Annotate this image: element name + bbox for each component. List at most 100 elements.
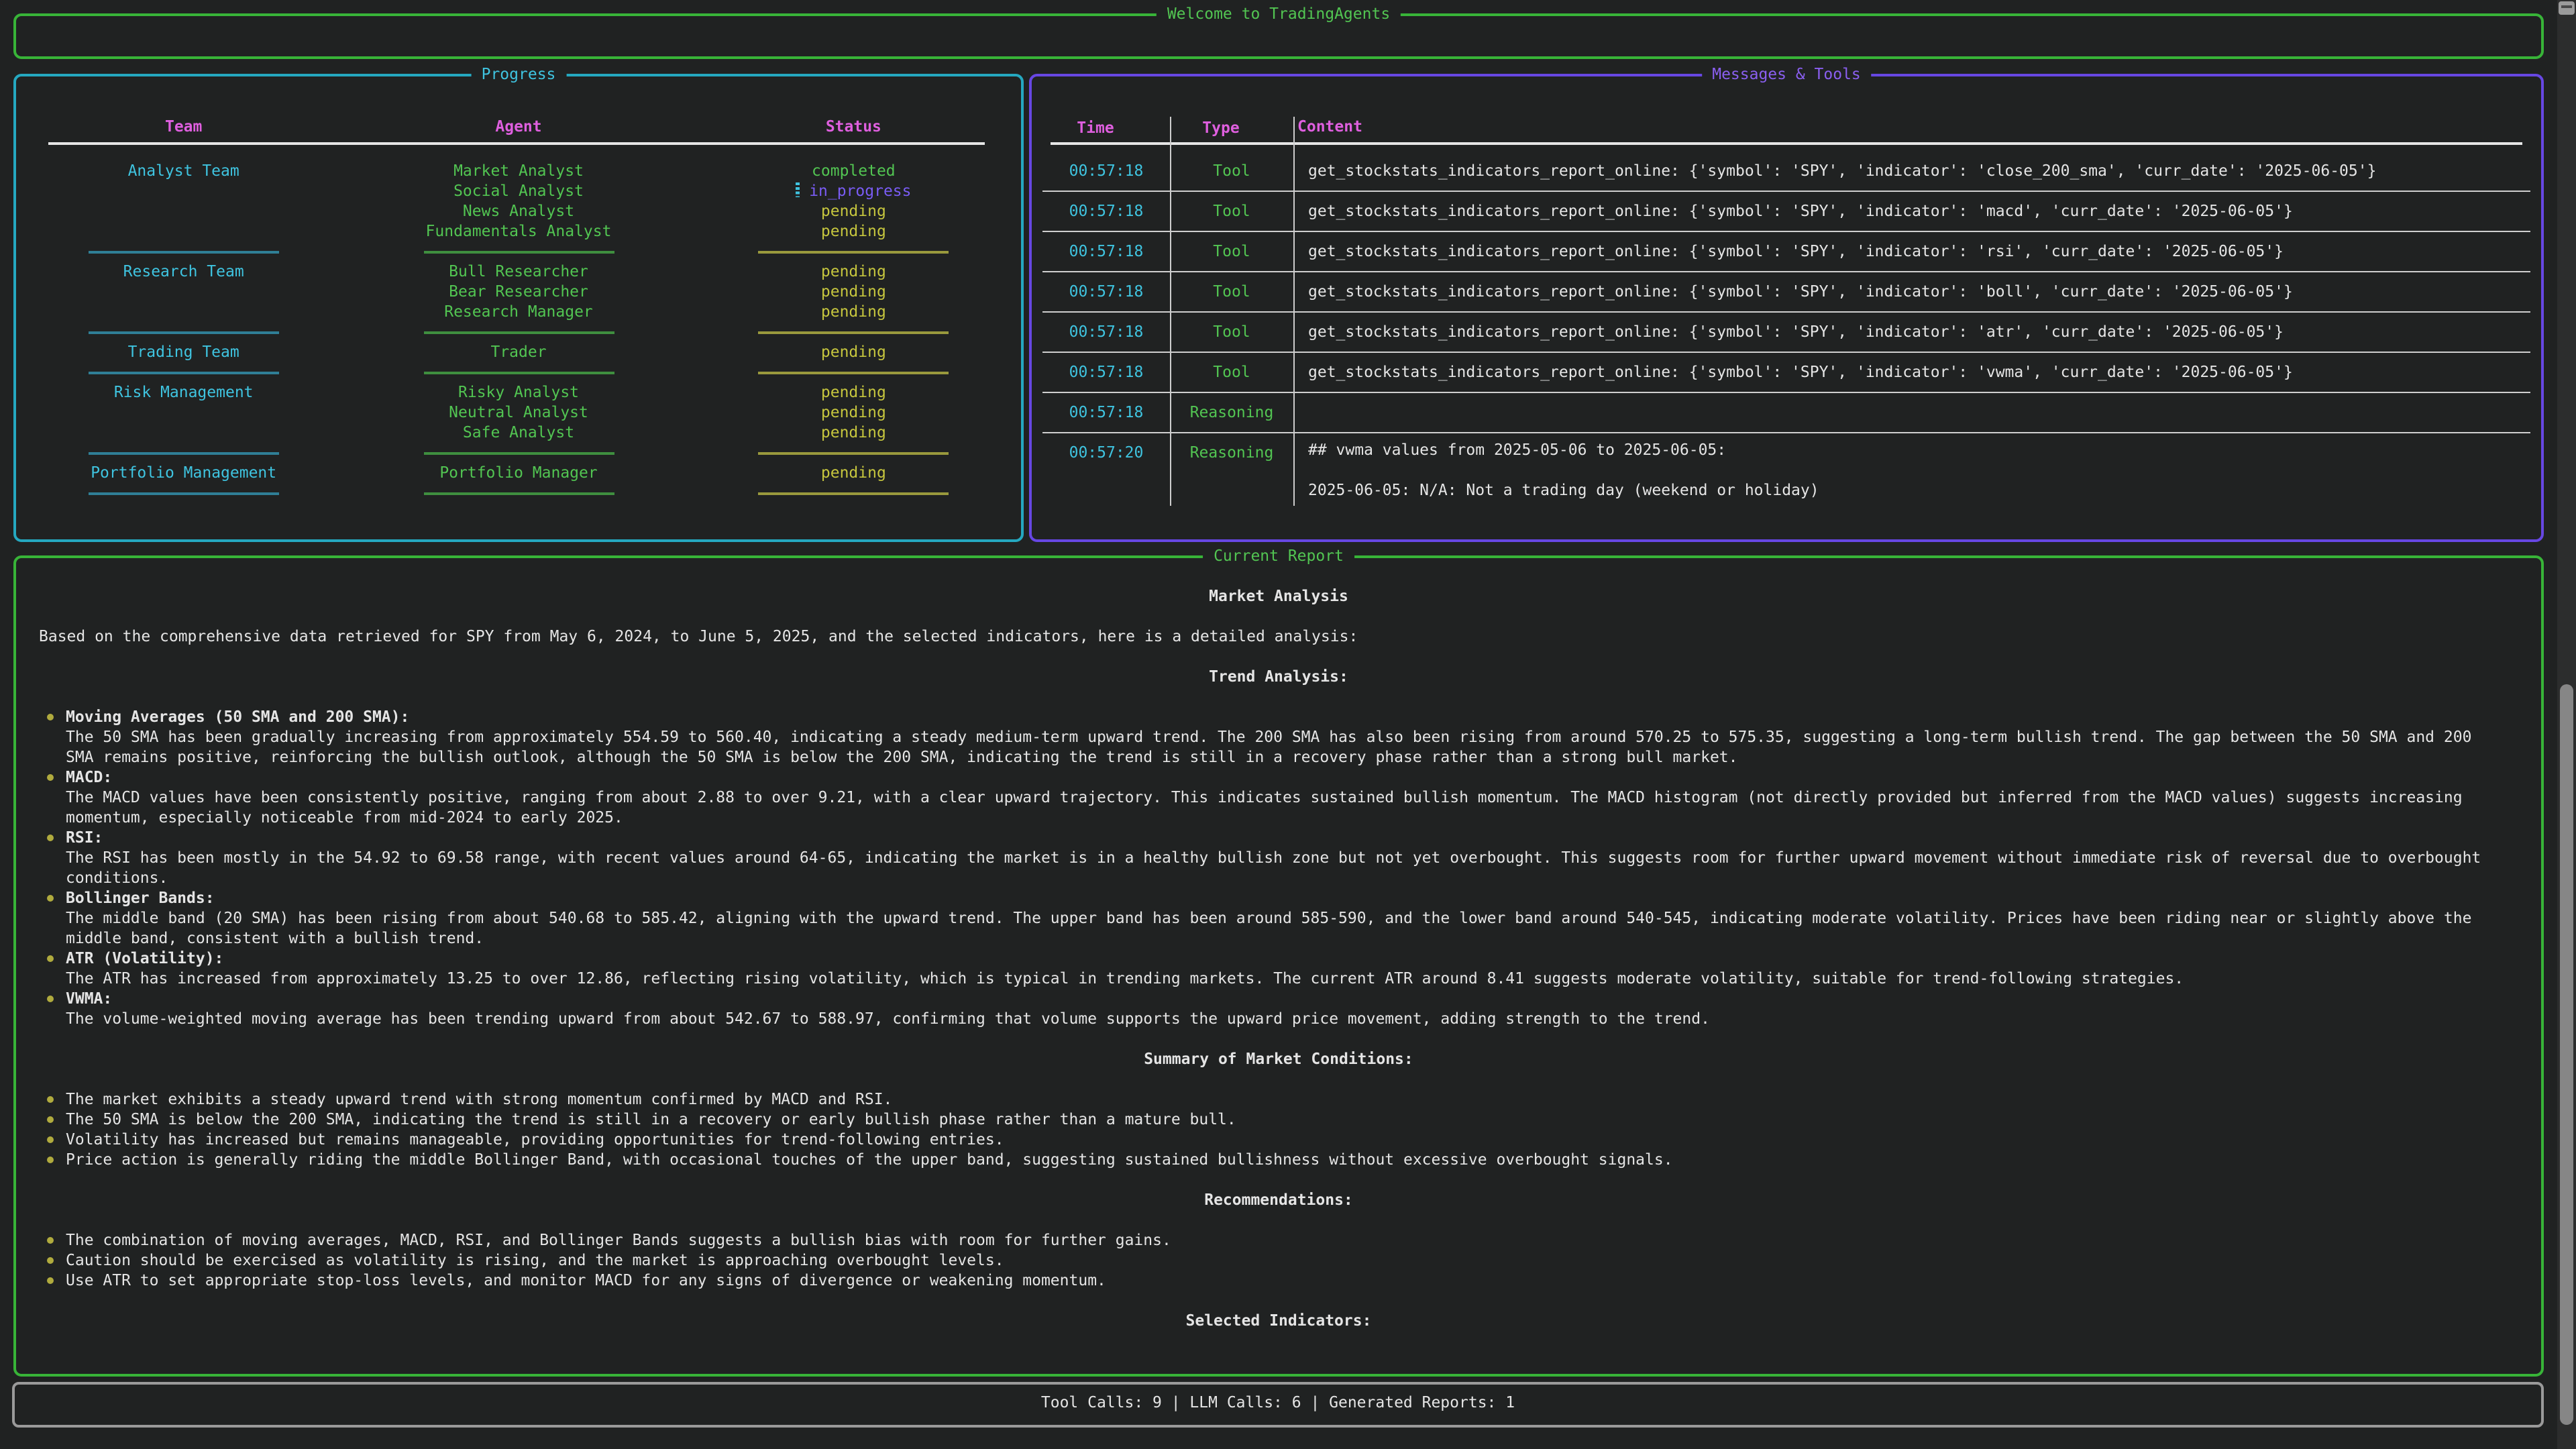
agent-cell: Bull Researcher	[351, 262, 686, 282]
agent-cell: Market Analyst	[351, 161, 686, 181]
report-line: The 50 SMA is below the 200 SMA, indicat…	[16, 1110, 2541, 1130]
status-cell: pending	[686, 463, 1021, 483]
report-line: Summary of Market Conditions:	[16, 1049, 2541, 1069]
separator-cell	[16, 492, 351, 494]
content-cell: get_stockstats_indicators_report_online:…	[1293, 353, 2530, 392]
separator-cell	[351, 492, 686, 494]
team-cell	[16, 423, 351, 443]
section-separator	[16, 362, 1021, 382]
type-cell: Reasoning	[1170, 393, 1293, 432]
message-row: 00:57:18Toolget_stockstats_indicators_re…	[1042, 353, 2530, 393]
column-header-time: Time	[1032, 117, 1159, 138]
time-cell: 00:57:20	[1042, 433, 1170, 507]
section-separator	[16, 322, 1021, 342]
report-line: The 50 SMA has been gradually increasing…	[16, 727, 2541, 747]
bullet-icon	[47, 1277, 54, 1284]
progress-table-header: Team Agent Status	[16, 117, 1021, 138]
status-cell: pending	[686, 262, 1021, 282]
separator-line	[423, 492, 614, 494]
bullet-icon	[47, 1116, 54, 1123]
message-row: 00:57:20Reasoning## vwma values from 202…	[1042, 433, 2530, 507]
report-line: The ATR has increased from approximately…	[16, 969, 2541, 989]
content-line: get_stockstats_indicators_report_online:…	[1308, 201, 2530, 221]
separator-cell	[16, 371, 351, 374]
separator-cell	[686, 451, 1021, 454]
header-separator	[48, 142, 985, 145]
time-cell: 00:57:18	[1042, 393, 1170, 432]
message-row: 00:57:18Toolget_stockstats_indicators_re…	[1042, 232, 2530, 272]
progress-panel: Progress Team Agent Status Analyst TeamM…	[13, 74, 1024, 542]
content-line: get_stockstats_indicators_report_online:…	[1308, 362, 2530, 382]
report-body: Market Analysis Based on the comprehensi…	[16, 558, 2541, 1374]
scrollbar-thumb[interactable]	[2560, 684, 2573, 1425]
agent-cell: News Analyst	[351, 201, 686, 221]
separator-cell	[16, 250, 351, 253]
team-cell: Analyst Team	[16, 161, 351, 181]
report-line: Volatility has increased but remains man…	[16, 1130, 2541, 1150]
content-cell: get_stockstats_indicators_report_online:…	[1293, 313, 2530, 352]
report-line: RSI:	[16, 828, 2541, 848]
bullet-icon	[47, 774, 54, 781]
team-cell: Risk Management	[16, 382, 351, 402]
progress-row: Trading TeamTraderpending	[16, 342, 1021, 362]
bullet-icon	[47, 1257, 54, 1264]
report-line: Caution should be exercised as volatilit…	[16, 1250, 2541, 1271]
bullet-icon	[47, 835, 54, 841]
agent-cell: Neutral Analyst	[351, 402, 686, 423]
progress-row: Social Analystin_progress	[16, 181, 1021, 201]
team-cell	[16, 181, 351, 201]
column-header-agent: Agent	[351, 117, 686, 138]
agent-cell: Research Manager	[351, 302, 686, 322]
scrollbar-track[interactable]	[2557, 0, 2576, 1449]
scrollbar-menu-icon[interactable]	[2559, 1, 2575, 15]
separator-cell	[16, 451, 351, 454]
progress-row: Neutral Analystpending	[16, 402, 1021, 423]
status-cell: pending	[686, 282, 1021, 302]
message-row: 00:57:18Toolget_stockstats_indicators_re…	[1042, 272, 2530, 313]
content-line: get_stockstats_indicators_report_online:…	[1308, 161, 2530, 181]
content-cell	[1293, 393, 2530, 432]
type-cell: Tool	[1170, 272, 1293, 311]
spinner-icon	[796, 182, 800, 197]
bullet-icon	[47, 714, 54, 720]
report-line: Use ATR to set appropriate stop-loss lev…	[16, 1271, 2541, 1291]
progress-row: News Analystpending	[16, 201, 1021, 221]
time-cell: 00:57:18	[1042, 272, 1170, 311]
report-line: conditions.	[16, 868, 2541, 888]
time-cell: 00:57:18	[1042, 232, 1170, 271]
separator-line	[758, 250, 949, 253]
separator-cell	[16, 331, 351, 333]
report-line: Trend Analysis:	[16, 667, 2541, 687]
time-cell: 00:57:18	[1042, 152, 1170, 191]
content-cell: ## vwma values from 2025-05-06 to 2025-0…	[1293, 433, 2530, 507]
separator-line	[758, 371, 949, 374]
type-cell: Tool	[1170, 353, 1293, 392]
team-cell: Portfolio Management	[16, 463, 351, 483]
report-line: The middle band (20 SMA) has been rising…	[16, 908, 2541, 928]
progress-row: Fundamentals Analystpending	[16, 221, 1021, 241]
content-line: 2025-06-05: N/A: Not a trading day (week…	[1308, 480, 2530, 500]
type-cell: Tool	[1170, 313, 1293, 352]
report-line: Moving Averages (50 SMA and 200 SMA):	[16, 707, 2541, 727]
column-header-status: Status	[686, 117, 1021, 138]
time-cell: 00:57:18	[1042, 192, 1170, 231]
message-row: 00:57:18Reasoning	[1042, 393, 2530, 433]
content-line: ## vwma values from 2025-05-06 to 2025-0…	[1308, 440, 2530, 460]
section-separator	[16, 241, 1021, 262]
status-cell: in_progress	[686, 181, 1021, 201]
report-line: ATR (Volatility):	[16, 949, 2541, 969]
report-line: Bollinger Bands:	[16, 888, 2541, 908]
team-cell: Research Team	[16, 262, 351, 282]
messages-table-header: Time Type Content	[1032, 117, 2541, 138]
report-line	[16, 1210, 2541, 1230]
messages-table: Time Type Content 00:57:18Toolget_stocks…	[1032, 76, 2541, 539]
separator-line	[89, 371, 279, 374]
agent-cell: Safe Analyst	[351, 423, 686, 443]
app-title: Welcome to TradingAgents	[1157, 4, 1401, 24]
status-cell: pending	[686, 342, 1021, 362]
column-header-type: Type	[1159, 117, 1283, 138]
type-cell: Tool	[1170, 232, 1293, 271]
report-line	[16, 1029, 2541, 1049]
report-line: VWMA:	[16, 989, 2541, 1009]
report-line: momentum, especially noticeable from mid…	[16, 808, 2541, 828]
